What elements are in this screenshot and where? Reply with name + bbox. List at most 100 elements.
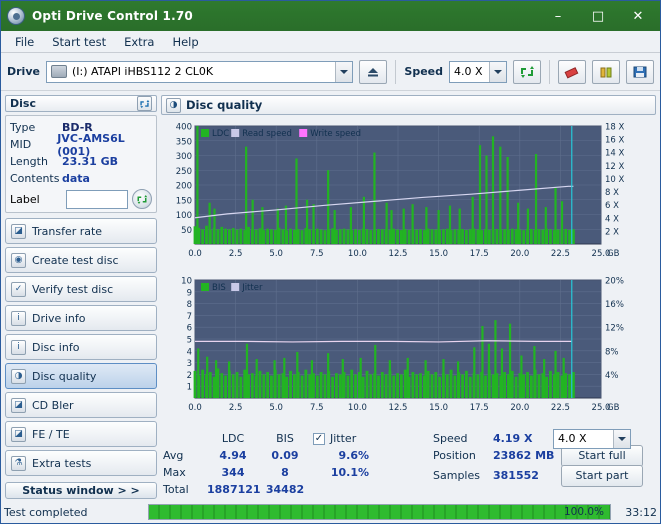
disc-info-box: Type BD-R MID JVC-AMS6L (001) Length 23.… [5,115,157,213]
progress-bar: 100.0% [148,504,611,520]
svg-text:20%: 20% [605,277,624,287]
svg-text:Read speed: Read speed [242,129,292,139]
speed-select-bottom[interactable]: 4.0 X [553,428,631,449]
sidebar-item-create-test-disc[interactable]: ◉ Create test disc [5,247,157,273]
refresh-icon[interactable] [137,96,152,111]
toolbar-separator [395,59,397,84]
window-title: Opti Drive Control 1.70 [32,9,193,23]
svg-text:10.0: 10.0 [348,403,367,413]
tools-button[interactable] [592,59,620,84]
progress-fill [149,505,610,519]
svg-text:0.0: 0.0 [188,403,202,413]
maximize-icon: □ [591,8,605,24]
drive-select-value: (I:) ATAPI iHBS112 2 CL0K [71,65,214,78]
jitter-checkbox-row[interactable]: ✓ Jitter [313,430,433,447]
svg-text:250: 250 [176,167,192,177]
jitter-checkbox[interactable]: ✓ [313,432,325,445]
start-part-button[interactable]: Start part [561,464,643,487]
samples-row: Samples 381552 Start part [433,464,654,487]
disc-quality-header: ◑ Disc quality [161,95,656,115]
svg-text:7.5: 7.5 [310,249,324,259]
svg-text:15.0: 15.0 [429,249,448,259]
speed-select-value: 4.0 X [454,65,483,78]
elapsed-time: 33:12 [625,505,657,519]
close-button[interactable]: ✕ [618,3,658,29]
sidebar-item-transfer-rate[interactable]: ◪ Transfer rate [5,218,157,244]
svg-text:14 X: 14 X [605,149,625,159]
top-chart-svg: 50 100 150 200 250 300 350 400 2 X 4 X 6 X 8 X 10 X… [161,118,649,270]
sidebar-item-drive-info[interactable]: i Drive info [5,305,157,331]
menu-extra[interactable]: Extra [116,32,162,52]
refresh-button[interactable] [513,59,541,84]
sidebar-item-extra-tests[interactable]: ⚗ Extra tests [5,450,157,476]
drive-select[interactable]: (I:) ATAPI iHBS112 2 CL0K [45,60,354,83]
sidebar-item-verify-test-disc[interactable]: ✓ Verify test disc [5,276,157,302]
progress-text: 100.0% [563,506,604,518]
minimize-button[interactable]: – [538,3,578,29]
menu-file[interactable]: File [7,32,42,52]
svg-text:6: 6 [187,324,192,334]
sidebar-item-disc-info[interactable]: i Disc info [5,334,157,360]
chart-icon: ◪ [11,397,26,413]
svg-text:100: 100 [176,211,192,221]
chart-icon: ◪ [11,426,26,442]
svg-text:12%: 12% [605,324,624,334]
chevron-down-icon[interactable] [489,61,506,82]
svg-text:BIS: BIS [212,283,226,293]
speed-select[interactable]: 4.0 X [449,60,507,83]
disc-label-input[interactable] [66,189,128,209]
sidebar-label: Transfer rate [32,224,103,238]
svg-text:17.5: 17.5 [470,403,489,413]
svg-text:2: 2 [187,371,192,381]
bottom-chart: 1 2 3 4 5 6 7 8 9 10 4% 8% 12% 16% 20% 0.0 2.5 5.0 7.5 10… [161,272,656,424]
chevron-down-icon[interactable] [613,429,630,448]
svg-text:9: 9 [187,288,192,298]
status-window-button[interactable]: Status window > > [5,482,157,499]
sidebar-item-cd-bler[interactable]: ◪ CD Bler [5,392,157,418]
chevron-down-icon[interactable] [335,61,353,82]
menu-help[interactable]: Help [164,32,206,52]
disc-mid-value: JVC-AMS6L (001) [57,131,125,158]
svg-text:5.0: 5.0 [269,403,283,413]
svg-text:8: 8 [187,300,192,310]
svg-text:10.0: 10.0 [348,249,367,259]
sidebar-label: Create test disc [32,253,119,267]
menu-start-test[interactable]: Start test [44,32,114,52]
svg-text:12.5: 12.5 [389,249,408,259]
erase-button[interactable] [558,59,586,84]
svg-text:3: 3 [187,359,192,369]
run-controls: Speed 4.19 X 4.0 X Position 23862 MB Sta… [433,428,654,487]
sidebar-item-fe-te[interactable]: ◪ FE / TE [5,421,157,447]
svg-text:400: 400 [176,123,192,133]
app-icon [7,7,25,25]
svg-text:20.0: 20.0 [510,403,529,413]
maximize-button[interactable]: □ [578,3,618,29]
info-icon: i [11,310,26,326]
speed-readout-label: Speed [433,432,468,445]
stats-label-max: Max [163,466,186,479]
refresh-icon [521,65,534,78]
svg-text:4 X: 4 X [605,214,619,224]
drive-toolbar: Drive (I:) ATAPI iHBS112 2 CL0K Speed 4.… [1,53,660,91]
sidebar-label: Drive info [32,311,86,325]
disc-row-contents: Contents data [10,170,152,187]
svg-text:8 X: 8 X [605,188,619,198]
sidebar-item-disc-quality[interactable]: ◑ Disc quality [5,363,157,389]
stats-label-avg: Avg [163,449,184,462]
jitter-max-value: 10.1% [330,466,369,479]
disc-contents-value: data [62,172,90,185]
save-button[interactable] [626,59,654,84]
svg-text:1: 1 [187,383,192,393]
svg-text:200: 200 [176,182,192,192]
stats-area: LDC BIS Avg 4.94 0.09 Max 344 8 Total 18… [161,427,656,498]
position-label: Position [433,449,476,462]
disc-label-row: Label [10,189,152,209]
disc-refresh-icon[interactable] [132,189,152,209]
title-bar: Opti Drive Control 1.70 – □ ✕ [1,1,660,31]
eject-button[interactable] [359,59,388,84]
svg-text:10: 10 [181,277,192,287]
svg-text:22.5: 22.5 [551,403,570,413]
svg-text:8%: 8% [605,347,619,357]
svg-text:4: 4 [187,347,192,357]
sidebar-label: FE / TE [32,427,70,441]
